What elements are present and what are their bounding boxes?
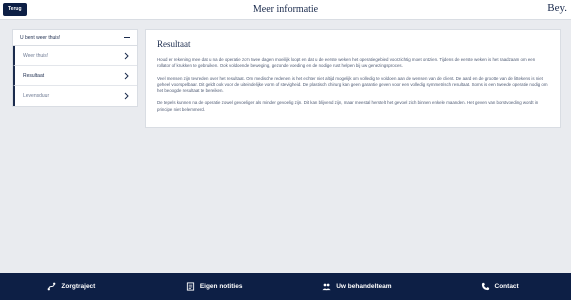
sidebar-section-header[interactable]: U bent weer thuis! [13,30,137,46]
notes-icon [186,282,194,291]
team-icon [322,283,331,291]
nav-label: Eigen notities [199,283,243,290]
sidebar-item-resultaat[interactable]: Resultaat [13,66,137,86]
sidebar-item-levensduur[interactable]: Levensduur [13,86,137,106]
nav-label: Uw behandelteam [336,283,392,290]
sidebar-item-label: Levensduur [23,93,50,99]
bottom-nav: Zorgtraject Eigen notities Uw behandelte… [0,273,571,300]
sidebar-section-label: U bent weer thuis! [20,34,61,41]
route-icon [48,282,56,291]
nav-label: Zorgtraject [61,283,96,290]
sidebar: U bent weer thuis! Weer thuis! Resultaat… [12,29,138,107]
nav-contact[interactable]: Contact [428,273,571,300]
content-paragraph: Houd er rekening mee dat u na de operati… [157,57,536,69]
sidebar-item-weer-thuis[interactable]: Weer thuis! [13,46,137,66]
sidebar-item-label: Resultaat [23,72,45,79]
phone-icon [481,282,489,291]
sidebar-item-label: Weer thuis! [23,52,49,59]
page-title: Meer informatie [252,4,319,15]
chevron-right-icon [124,72,129,79]
top-bar: Terug Meer informatie Bey. [0,0,571,20]
content-title: Resultaat [157,39,191,49]
nav-label: Contact [494,283,519,290]
brand-logo: Bey. [547,2,567,14]
chevron-right-icon [124,92,129,100]
nav-zorgtraject[interactable]: Zorgtraject [0,273,143,300]
content-paragraph: De tepels kunnen na de operatie zowel ge… [157,100,539,112]
collapse-icon[interactable] [124,37,130,38]
chevron-right-icon [124,52,129,59]
content-panel: Resultaat Houd er rekening mee dat u na … [145,29,561,128]
nav-uw-behandelteam[interactable]: Uw behandelteam [286,273,429,300]
nav-eigen-notities[interactable]: Eigen notities [143,273,286,300]
content-paragraph: Veel mensen zijn tevreden over het resul… [157,75,548,94]
